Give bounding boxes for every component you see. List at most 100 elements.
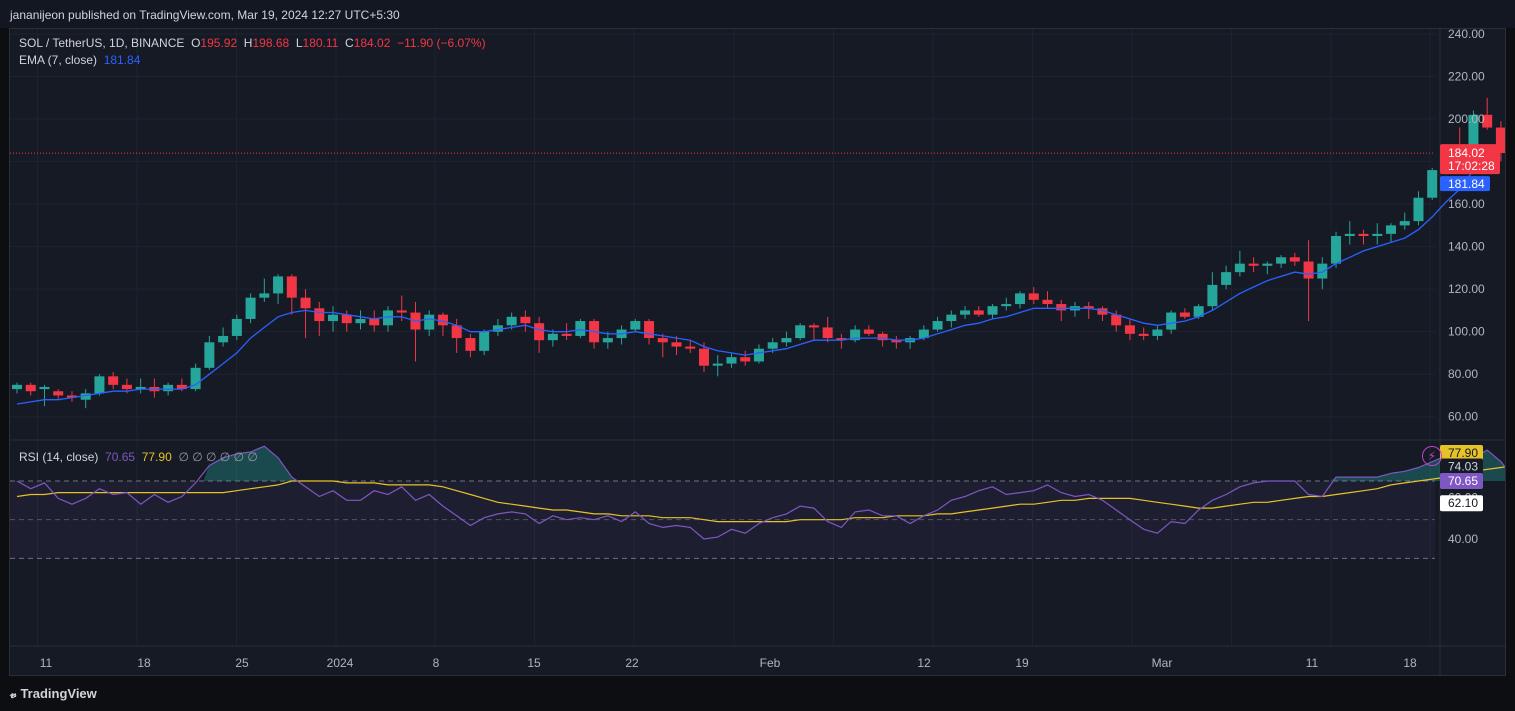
brand-label: TradingView: [20, 686, 97, 701]
candle-body: [53, 391, 64, 396]
candle-body: [314, 308, 325, 322]
time-axis-label: 11: [1306, 656, 1319, 670]
candle-body: [259, 293, 270, 298]
candle-body: [1221, 272, 1232, 285]
open-value: 195.92: [200, 36, 238, 50]
chart-frame[interactable]: 240.00220.00200.00180.00160.00140.00120.…: [9, 28, 1506, 676]
rsi-axis-label: 40.00: [1448, 532, 1478, 546]
candle-body: [1372, 233, 1383, 236]
candle-body: [973, 310, 984, 315]
ema-badge-value: 181.84: [1448, 177, 1485, 191]
time-axis-label: 18: [137, 656, 151, 670]
candle-body: [1028, 293, 1039, 300]
candle-body: [286, 276, 297, 298]
candle-body: [1248, 263, 1259, 266]
countdown-value: 17:02:28: [1448, 159, 1495, 173]
low-label: L: [295, 36, 303, 50]
candle-body: [1056, 304, 1067, 311]
ema-line: [16, 156, 1502, 405]
candle-body: [1234, 263, 1245, 273]
candle-body: [1427, 170, 1438, 198]
price-chart[interactable]: 240.00220.00200.00180.00160.00140.00120.…: [10, 29, 1505, 675]
candle-body: [12, 384, 22, 390]
candle-body: [341, 314, 352, 324]
time-axis-label: 12: [917, 656, 931, 670]
candle-body: [218, 335, 229, 343]
time-axis-label: 18: [1403, 656, 1417, 670]
candle-body: [657, 338, 668, 343]
candle-body: [465, 338, 476, 351]
time-axis-label: 25: [235, 656, 249, 670]
time-axis-label: 22: [625, 656, 639, 670]
symbol-label[interactable]: SOL / TetherUS, 1D, BINANCE: [19, 36, 184, 50]
rsi-ma-value: 77.90: [141, 450, 172, 464]
candle-body: [795, 325, 806, 339]
price-axis-label: 140.00: [1448, 240, 1485, 254]
candle-body: [1152, 329, 1163, 336]
rsi-low-badge-text: 62.10: [1448, 496, 1478, 510]
time-axis-label: Mar: [1152, 656, 1173, 670]
candle-body: [547, 333, 558, 341]
candle-body: [1138, 333, 1149, 336]
candle-body: [1289, 257, 1300, 262]
candle-body: [767, 342, 778, 349]
tv-logo-icon: 𝓋: [10, 687, 17, 702]
time-axis-label: 15: [527, 656, 541, 670]
ema-legend: EMA (7, close) 181.84: [19, 53, 140, 67]
candle-body: [1386, 225, 1396, 234]
candle-body: [863, 329, 874, 334]
candle-body: [781, 338, 792, 343]
candle-body: [245, 297, 256, 319]
candle-body: [121, 384, 132, 390]
candle-body: [520, 316, 531, 324]
low-value: 180.11: [302, 36, 339, 50]
candle-body: [424, 314, 435, 330]
price-axis-label: 160.00: [1448, 197, 1485, 211]
price-axis-label: 60.00: [1448, 410, 1478, 424]
candle-body: [396, 310, 407, 313]
candle-body: [932, 321, 943, 330]
candle-body: [602, 338, 613, 343]
candle-body: [1303, 261, 1314, 279]
candle-body: [108, 376, 119, 385]
time-axis-label: Feb: [760, 656, 781, 670]
candle-body: [94, 376, 105, 394]
candle-body: [1344, 233, 1355, 236]
rsi-label[interactable]: RSI (14, close): [19, 450, 98, 464]
candle-body: [699, 348, 709, 366]
candle-body: [946, 314, 957, 322]
close-label: C: [345, 36, 354, 50]
rsi-value: 70.65: [105, 450, 136, 464]
candle-body: [163, 384, 174, 392]
candle-body: [561, 333, 572, 336]
time-axis-label: 2024: [327, 656, 354, 670]
candle-body: [808, 325, 819, 328]
candle-body: [1001, 304, 1012, 307]
candle-body: [355, 318, 366, 324]
price-axis-label: 120.00: [1448, 282, 1485, 296]
ema-value: 181.84: [103, 53, 141, 67]
rsi-extras: ∅ ∅ ∅ ∅ ∅ ∅: [178, 450, 258, 464]
candle-body: [822, 327, 833, 339]
last-price-value: 184.02: [1448, 146, 1485, 160]
rsi-legend: RSI (14, close) 70.65 77.90 ∅ ∅ ∅ ∅ ∅ ∅: [19, 450, 258, 464]
tradingview-logo[interactable]: 𝓋 TradingView: [10, 686, 97, 702]
candle-body: [1399, 221, 1410, 226]
candle-body: [369, 318, 380, 326]
time-axis-label: 11: [40, 656, 53, 670]
main-legend: SOL / TetherUS, 1D, BINANCE O195.92 H198…: [19, 36, 486, 50]
candle-body: [1124, 325, 1135, 334]
rsi-mid-badge-text: 74.03: [1448, 460, 1478, 474]
candle-body: [1015, 293, 1026, 305]
candle-body: [630, 321, 641, 330]
candle-body: [1413, 197, 1424, 222]
candle-body: [726, 357, 737, 364]
ema-label[interactable]: EMA (7, close): [19, 53, 97, 67]
high-value: 198.68: [252, 36, 290, 50]
candle-body: [534, 323, 545, 341]
candle-body: [273, 276, 284, 294]
rsi-value-badge-text: 70.65: [1448, 474, 1478, 488]
candle-body: [644, 321, 655, 339]
lightning-icon[interactable]: ⚡: [1422, 446, 1442, 466]
candle-body: [1042, 299, 1053, 305]
